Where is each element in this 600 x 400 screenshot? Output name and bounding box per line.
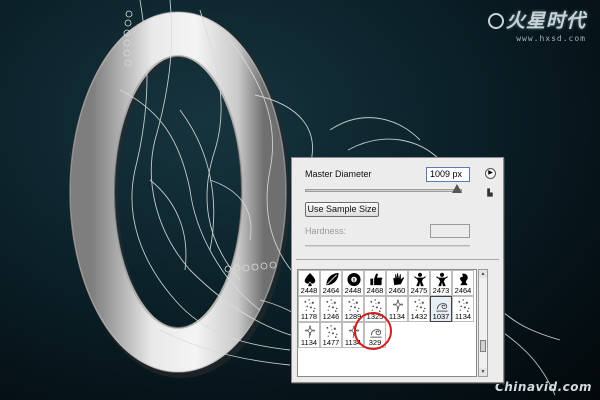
selection-highlight-ring xyxy=(354,312,392,350)
master-diameter-slider-thumb[interactable] xyxy=(452,184,463,193)
brush-preset-1178[interactable]: 1178 xyxy=(298,296,320,322)
flower-brush-icon xyxy=(304,325,316,339)
logo-brand-text: 火星时代 xyxy=(505,10,586,32)
panel-menu-button[interactable]: ▶ xyxy=(485,168,496,179)
brush-size-label: 1134 xyxy=(454,312,472,321)
brush-preset-2464[interactable]: 2464 xyxy=(452,270,474,296)
brush-size-label: 2464 xyxy=(454,286,472,295)
scatter-brush-icon xyxy=(326,299,338,312)
hardness-slider[interactable] xyxy=(305,245,470,247)
brush-preset-1037[interactable]: 1037 xyxy=(430,296,452,322)
panel-divider xyxy=(296,259,499,260)
scatter-brush-icon xyxy=(458,299,470,312)
hardness-input[interactable] xyxy=(430,224,470,238)
brush-preset-2448[interactable]: 2448 xyxy=(298,270,320,296)
master-diameter-slider[interactable] xyxy=(305,189,462,192)
scatter-brush-icon xyxy=(326,325,338,338)
brush-preset-1134[interactable]: 1134 xyxy=(452,296,474,322)
watermark: Chinavid.com xyxy=(494,380,592,394)
new-brush-button[interactable]: ▙ xyxy=(485,189,495,199)
brush-preset-1246[interactable]: 1246 xyxy=(320,296,342,322)
brush-preset-2448[interactable]: 8 2448 xyxy=(342,270,364,296)
logo-url: www.hxsd.com xyxy=(516,34,586,43)
swirl-brush-icon xyxy=(436,303,448,312)
zero-glyph xyxy=(69,11,290,378)
brush-preset-1134[interactable]: 1134 xyxy=(298,322,320,348)
logo-brand: 火星时代 xyxy=(474,6,586,33)
brush-size-label: 1178 xyxy=(300,312,318,321)
brush-preset-1134[interactable]: 1134 xyxy=(386,296,408,322)
scrollbar-thumb[interactable] xyxy=(480,340,486,352)
figure-brush-icon xyxy=(436,272,448,287)
brush-size-label: 2464 xyxy=(322,286,340,295)
scroll-up-icon[interactable]: ▲ xyxy=(479,270,487,278)
brush-preset-2460[interactable]: 2460 xyxy=(386,270,408,296)
logo-circle-icon xyxy=(487,13,504,29)
brush-size-label: 1134 xyxy=(300,338,318,347)
thumbs-up-brush-icon xyxy=(370,273,383,286)
brush-size-label: 1477 xyxy=(322,338,340,347)
brush-preset-2473[interactable]: 2473 xyxy=(430,270,452,296)
brush-size-label: 2460 xyxy=(388,286,406,295)
brush-size-label: 2448 xyxy=(300,286,318,295)
brush-preset-1432[interactable]: 1432 xyxy=(408,296,430,322)
master-diameter-label: Master Diameter xyxy=(305,169,372,179)
scatter-brush-icon xyxy=(304,299,316,312)
brush-size-label: 2468 xyxy=(366,286,384,295)
brush-preset-2475[interactable]: 2475 xyxy=(408,270,430,296)
spade-brush-icon xyxy=(304,272,316,287)
leaf-brush-icon xyxy=(326,272,339,286)
brush-size-label: 2475 xyxy=(410,286,428,295)
hxsd-logo: 火星时代 www.hxsd.com xyxy=(474,6,586,43)
use-sample-size-button[interactable]: Use Sample Size xyxy=(305,202,379,217)
eight-ball-brush-icon: 8 xyxy=(347,272,361,287)
brush-size-label: 2473 xyxy=(432,286,450,295)
brush-size-label: 1432 xyxy=(410,312,428,321)
master-diameter-input[interactable]: 1009 px xyxy=(426,167,470,182)
scroll-down-icon[interactable]: ▼ xyxy=(479,368,487,376)
brush-size-label: 1134 xyxy=(388,312,406,321)
scatter-brush-icon xyxy=(348,299,360,312)
scatter-brush-icon xyxy=(370,299,382,312)
brush-grid-scrollbar[interactable]: ▲ ▼ xyxy=(478,269,488,377)
triangle-right-icon: ▶ xyxy=(488,170,493,176)
chess-piece-brush-icon xyxy=(459,273,468,286)
scatter-brush-icon xyxy=(414,299,426,312)
svg-text:8: 8 xyxy=(353,277,356,283)
brush-preset-panel: Master Diameter 1009 px ▶ ▙ Use Sample S… xyxy=(291,157,504,383)
figure-brush-icon xyxy=(414,272,426,287)
flower-brush-icon xyxy=(392,299,404,313)
brush-preset-2464[interactable]: 2464 xyxy=(320,270,342,296)
brush-size-label: 1246 xyxy=(322,312,340,321)
brush-size-label: 1037 xyxy=(432,312,450,321)
hardness-label: Hardness: xyxy=(305,226,347,236)
brush-preset-1477[interactable]: 1477 xyxy=(320,322,342,348)
brush-preset-2468[interactable]: 2468 xyxy=(364,270,386,296)
hand-brush-icon xyxy=(393,273,405,286)
new-brush-icon: ▙ xyxy=(487,190,493,197)
brush-size-label: 2448 xyxy=(344,286,362,295)
